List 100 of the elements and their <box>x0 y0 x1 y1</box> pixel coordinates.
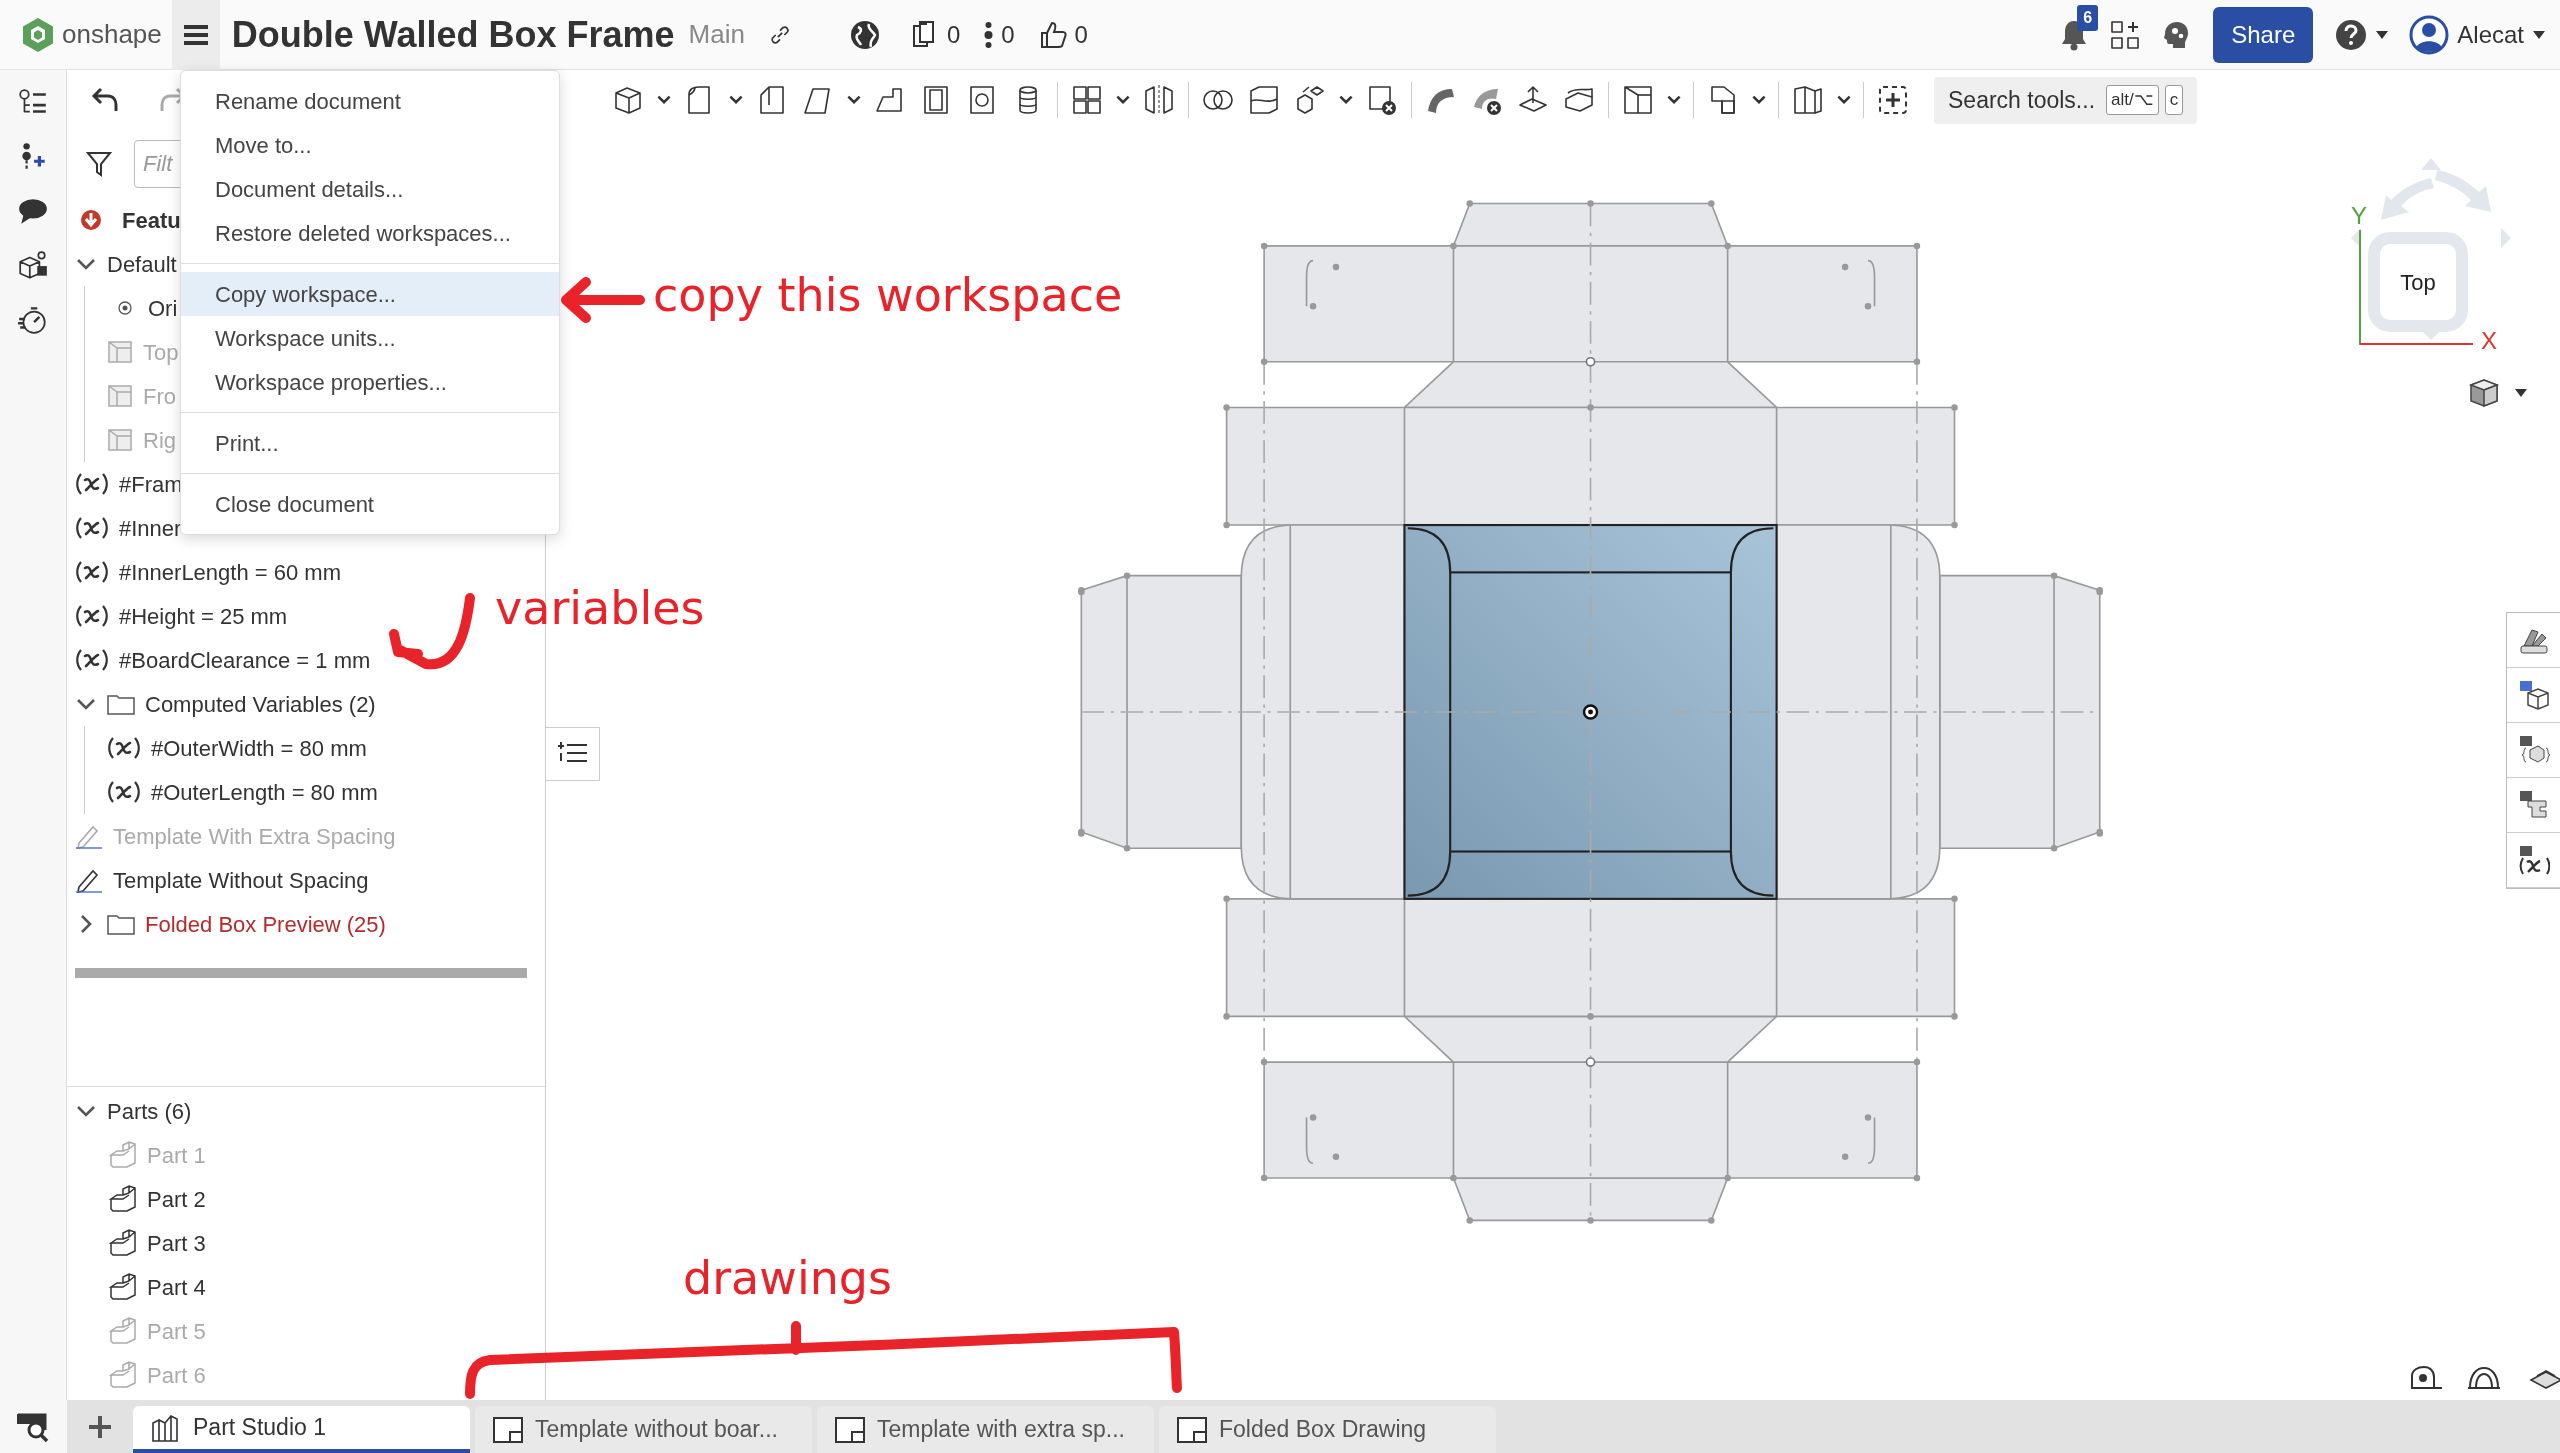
l-block-icon <box>109 1273 137 1301</box>
variable-item[interactable]: #OuterLength = 80 mm <box>99 770 384 814</box>
caret-icon <box>2514 388 2528 398</box>
pencil-icon <box>75 823 103 849</box>
open-book-icon <box>1791 83 1825 117</box>
view-cube[interactable]: Top <box>2368 232 2468 332</box>
split-block-icon <box>1247 83 1281 117</box>
variable-item[interactable]: #InnerLength = 60 mm <box>67 550 347 594</box>
share-button[interactable]: Share <box>2213 6 2314 63</box>
thumbs-up-icon <box>1038 19 1067 50</box>
search-tools-field[interactable]: Search tools... <box>1934 76 2102 124</box>
globe-icon <box>848 18 881 51</box>
l-block-icon <box>109 1141 137 1169</box>
help-button[interactable] <box>2335 18 2390 51</box>
chevron-down-icon[interactable] <box>76 257 96 271</box>
notification-count: 6 <box>2077 4 2099 31</box>
menu-item[interactable]: Move to... <box>181 123 559 167</box>
origin-point-icon <box>118 301 132 315</box>
chevron-down-icon[interactable] <box>76 697 96 711</box>
variable-icon <box>75 604 109 628</box>
globe-button[interactable] <box>848 18 881 51</box>
caret-icon <box>2375 29 2390 40</box>
mirror-blocks-icon <box>1142 83 1176 117</box>
versions-button[interactable]: 0 <box>910 16 961 53</box>
user-menu[interactable]: Alecat <box>2409 14 2546 55</box>
table-cube-icon <box>2517 679 2550 711</box>
variable-item[interactable]: #Height = 25 mm <box>67 594 294 638</box>
plane-icon <box>107 384 133 408</box>
variable-icon <box>75 472 109 496</box>
logo-text: onshape <box>62 18 162 51</box>
table-variable-icon <box>2517 844 2550 876</box>
measure-tape-icon <box>2409 1363 2443 1391</box>
box-lock-icon <box>17 250 49 280</box>
l-block-icon <box>109 1361 137 1389</box>
chevron-down-icon[interactable] <box>76 1104 96 1118</box>
document-tab[interactable]: Folded Box Drawing <box>1159 1406 1496 1453</box>
l-block-icon <box>109 1185 137 1213</box>
view-tool-button[interactable] <box>2409 1363 2443 1391</box>
document-tab[interactable]: Template without boar... <box>475 1406 812 1453</box>
sidebar-tool-button[interactable] <box>17 304 49 334</box>
shortcut-key: alt/⌥ <box>2106 85 2159 115</box>
variable-icon <box>107 780 141 804</box>
sidebar-tool-button[interactable] <box>17 250 49 280</box>
dots-icon <box>984 19 994 50</box>
menu-item[interactable]: Rename document <box>181 79 559 123</box>
branches-button[interactable]: 0 <box>984 16 1015 53</box>
menu-button[interactable] <box>171 0 220 70</box>
plane-icon <box>107 428 133 452</box>
pattern-grid-icon <box>1070 83 1104 117</box>
variable-icon <box>75 560 109 584</box>
comment-icon <box>17 196 49 226</box>
menu-icon <box>181 22 210 47</box>
variable-item[interactable]: #BoardClearance = 1 mm <box>67 638 377 682</box>
x-axis-label: X <box>2481 326 2497 356</box>
l-block-icon <box>109 1229 137 1257</box>
drawing-sheet-icon <box>1177 1416 1207 1443</box>
sketch-item[interactable]: Template Without Spacing <box>67 858 375 902</box>
horizontal-scrollbar[interactable] <box>75 968 527 978</box>
dashed-plus-icon <box>1876 83 1910 117</box>
part-item[interactable]: Part 4 <box>67 1265 212 1309</box>
view-mode-button[interactable] <box>2468 377 2528 409</box>
variable-icon <box>75 516 109 540</box>
folder-item[interactable]: Folded Box Preview (25) <box>67 902 392 946</box>
panel-toggle-button[interactable] <box>546 727 600 781</box>
table-braces-icon <box>2517 734 2550 766</box>
plus-icon <box>87 1413 113 1440</box>
part-item[interactable]: Part 2 <box>67 1177 212 1221</box>
folder-item[interactable]: Computed Variables (2) <box>67 682 382 726</box>
menu-item[interactable]: Print... <box>181 421 559 465</box>
menu-item[interactable]: Copy workspace... <box>181 272 559 316</box>
document-tab[interactable]: Part Studio 1 <box>133 1406 470 1453</box>
variable-icon <box>107 736 141 760</box>
folder-item[interactable]: Default <box>67 242 183 286</box>
apps-button[interactable] <box>2109 18 2142 51</box>
part-studio-icon <box>151 1412 181 1443</box>
document-title: Double Walled Box Frame <box>231 12 675 57</box>
pencil-icon <box>75 867 103 893</box>
tab-search-button[interactable] <box>0 1400 67 1453</box>
y-axis-label: Y <box>2351 201 2367 231</box>
logo-icon <box>22 16 54 53</box>
sidebar-tool-button[interactable] <box>17 196 49 226</box>
annotation-text: variables <box>495 585 705 631</box>
chevron-right-icon[interactable] <box>79 914 93 934</box>
like-button[interactable]: 0 <box>1038 16 1088 53</box>
shortcut-key: c <box>2164 85 2184 115</box>
filter-icon <box>86 150 112 178</box>
cube-icon <box>2468 377 2500 409</box>
origin-item[interactable]: Ori <box>99 286 184 330</box>
drawing-sheet-icon <box>835 1416 865 1443</box>
document-tab[interactable]: Template with extra sp... <box>817 1406 1154 1453</box>
caret-icon <box>2532 29 2546 40</box>
variable-icon <box>75 648 109 672</box>
folder-icon <box>107 913 135 935</box>
variable-item[interactable]: #OuterWidth = 80 mm <box>99 726 373 770</box>
help-icon <box>2335 18 2368 51</box>
parts-header[interactable]: Parts (6) <box>67 1089 198 1133</box>
stopwatch-icon <box>17 304 49 334</box>
table-part-icon <box>2517 789 2550 821</box>
part-item[interactable]: Part 3 <box>67 1221 212 1265</box>
plane-icon <box>107 340 133 364</box>
